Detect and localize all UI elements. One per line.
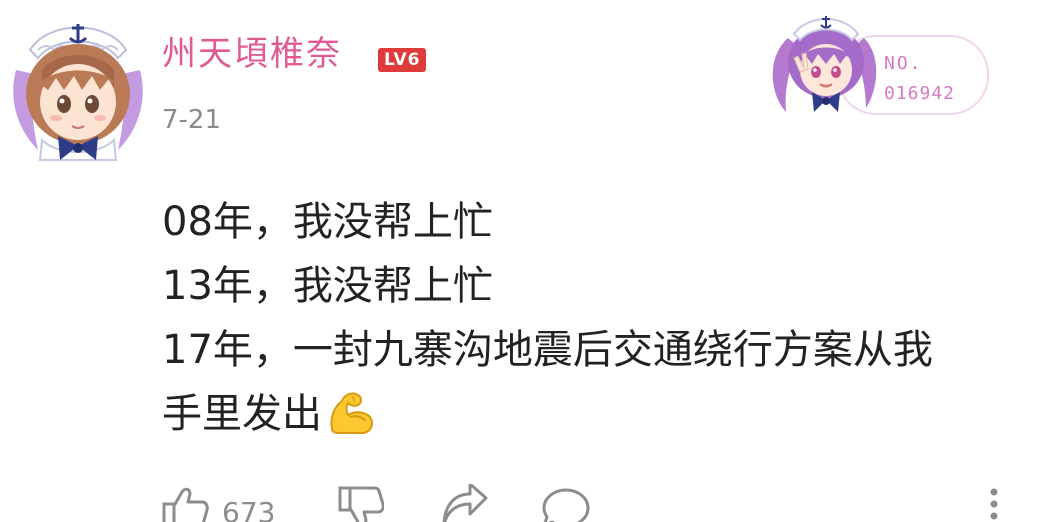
- flexed-biceps-icon: [326, 389, 376, 435]
- thumbs-up-icon: [162, 487, 209, 522]
- badge-number: 016942: [884, 83, 956, 104]
- post-line: 17年，一封九寨沟地震后交通绕行方案从我: [162, 327, 933, 373]
- like-count: 673: [222, 496, 276, 522]
- fan-badge[interactable]: NO. 016942: [760, 8, 992, 116]
- like-button[interactable]: 673: [160, 484, 290, 522]
- comment-icon: [542, 488, 590, 522]
- more-options-button[interactable]: [982, 484, 1006, 522]
- level-badge: LV6: [378, 48, 427, 72]
- badge-no-label: NO.: [884, 53, 923, 74]
- fan-badge-character-icon: [772, 16, 989, 115]
- action-bar: 673: [0, 480, 1039, 522]
- more-vertical-icon: [990, 488, 998, 520]
- user-avatar[interactable]: [8, 10, 148, 166]
- post-content: 08年，我没帮上忙 13年，我没帮上忙 17年，一封九寨沟地震后交通绕行方案从我…: [162, 190, 1032, 446]
- post-line: 08年，我没帮上忙: [162, 199, 493, 245]
- post-line-text: 手里发出: [162, 391, 322, 437]
- username[interactable]: 州天頃椎奈: [162, 34, 342, 74]
- share-icon: [442, 484, 488, 522]
- thumbs-down-icon: [338, 486, 384, 522]
- post-line-last: 手里发出: [162, 382, 1032, 446]
- comment-button[interactable]: [540, 484, 590, 522]
- share-button[interactable]: [440, 484, 490, 522]
- post-line: 13年，我没帮上忙: [162, 263, 493, 309]
- dislike-button[interactable]: [336, 484, 386, 522]
- post-date: 7-21: [162, 105, 222, 135]
